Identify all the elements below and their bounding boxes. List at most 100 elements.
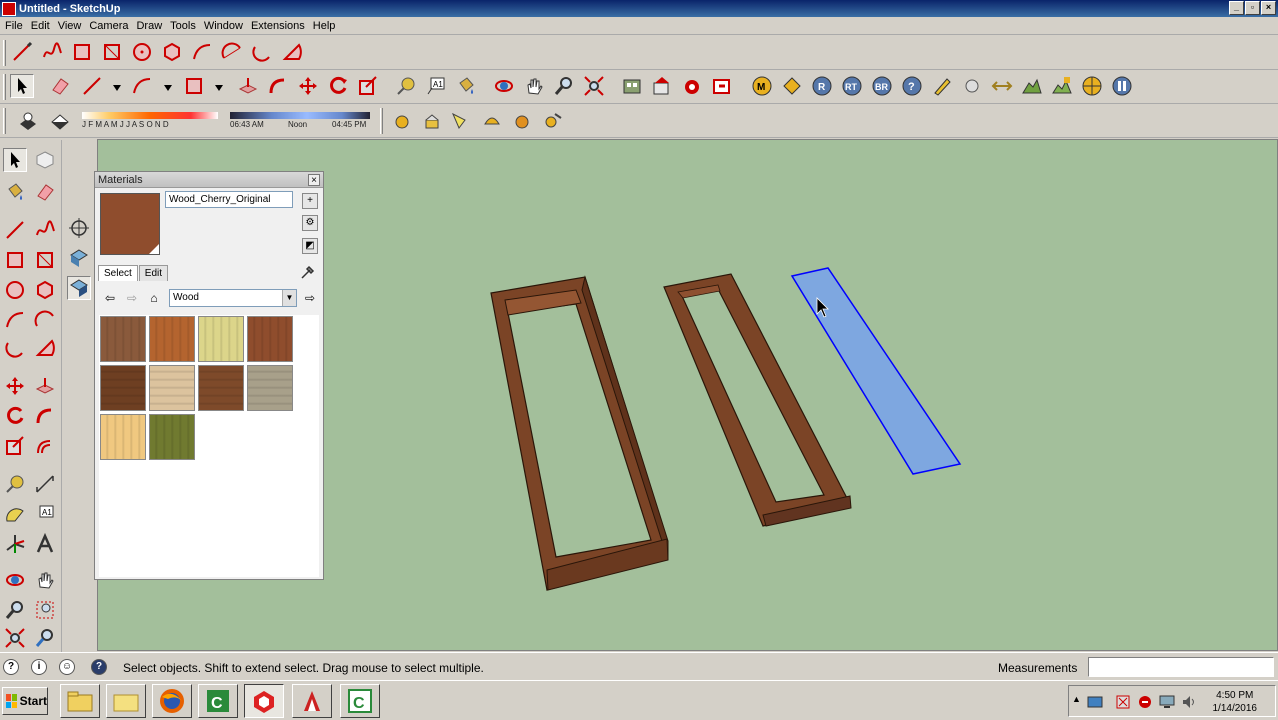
zoom-window-tool-icon[interactable]	[33, 598, 57, 622]
tape-measure-tool-icon[interactable]	[394, 74, 418, 98]
material-swatch[interactable]	[247, 365, 293, 411]
plugin-sphere-icon[interactable]	[960, 74, 984, 98]
section-plane-icon[interactable]	[67, 216, 91, 240]
line-tool-icon[interactable]	[10, 40, 34, 64]
user-sign-in-icon[interactable]: ☺	[59, 659, 75, 675]
menu-draw[interactable]: Draw	[132, 20, 166, 32]
rotated-rectangle-tool-icon[interactable]	[100, 40, 124, 64]
material-swatch[interactable]	[100, 414, 146, 460]
style-back-edges-icon[interactable]	[448, 109, 472, 133]
material-swatch[interactable]	[149, 365, 195, 411]
pie-tool-icon[interactable]	[33, 336, 57, 360]
three-point-arc-tool-icon[interactable]	[3, 336, 27, 360]
rotate-tool-icon[interactable]	[3, 404, 27, 428]
rotate-tool-icon[interactable]	[326, 74, 350, 98]
paint-bucket-tool-icon[interactable]	[454, 74, 478, 98]
style-shaded-icon[interactable]	[510, 109, 534, 133]
toolbar-grip[interactable]	[3, 108, 6, 134]
start-button[interactable]: Start	[2, 687, 48, 715]
make-component-icon[interactable]	[33, 148, 57, 172]
taskbar-folder-icon[interactable]	[106, 684, 146, 718]
chevron-down-icon[interactable]	[113, 85, 121, 91]
chevron-down-icon[interactable]: ▼	[282, 290, 296, 306]
orbit-tool-icon[interactable]	[3, 568, 27, 592]
previous-view-icon[interactable]	[33, 626, 57, 650]
close-icon[interactable]: ×	[308, 174, 320, 186]
scale-tool-icon[interactable]	[3, 434, 27, 458]
minimize-button[interactable]: _	[1229, 1, 1244, 15]
plugin-r-icon[interactable]: R	[810, 74, 834, 98]
axes-tool-icon[interactable]	[3, 532, 27, 556]
credits-icon[interactable]: i	[31, 659, 47, 675]
security-icon[interactable]	[1137, 694, 1153, 710]
zoom-extents-tool-icon[interactable]	[3, 626, 27, 650]
details-arrow-icon[interactable]: ⇨	[301, 290, 319, 308]
maximize-button[interactable]: ▫	[1245, 1, 1260, 15]
polygon-tool-icon[interactable]	[33, 278, 57, 302]
menu-help[interactable]: Help	[309, 20, 340, 32]
chevron-down-icon[interactable]	[164, 85, 172, 91]
polygon-tool-icon[interactable]	[160, 40, 184, 64]
zoom-extents-tool-icon[interactable]	[582, 74, 606, 98]
zoom-tool-icon[interactable]	[552, 74, 576, 98]
menu-file[interactable]: File	[1, 20, 27, 32]
measurements-input[interactable]	[1088, 657, 1274, 677]
push-pull-tool-icon[interactable]	[33, 374, 57, 398]
display-shadows-icon[interactable]	[48, 109, 72, 133]
menu-tools[interactable]: Tools	[166, 20, 200, 32]
protractor-tool-icon[interactable]	[3, 502, 27, 526]
tab-edit[interactable]: Edit	[138, 265, 169, 281]
circle-tool-icon[interactable]	[3, 278, 27, 302]
style-textured-icon[interactable]	[540, 109, 564, 133]
scale-tool-icon[interactable]	[356, 74, 380, 98]
style-wireframe-icon[interactable]	[480, 109, 504, 133]
forward-arrow-icon[interactable]: ⇨	[123, 290, 141, 308]
clock[interactable]: 4:50 PM 1/14/2016	[1213, 689, 1258, 715]
arc-tool-icon[interactable]	[190, 40, 214, 64]
display-section-cuts-icon[interactable]	[67, 276, 91, 300]
sample-paint-icon[interactable]	[300, 264, 316, 280]
rotated-rectangle-tool-icon[interactable]	[33, 248, 57, 272]
create-material-icon[interactable]: +	[302, 193, 318, 209]
plugin-rt-icon[interactable]: RT	[840, 74, 864, 98]
tray-expand-icon[interactable]: ▲	[1072, 694, 1081, 704]
taskbar-camtasia-recorder-icon[interactable]: C	[340, 684, 380, 718]
push-pull-tool-icon[interactable]	[236, 74, 260, 98]
freehand-tool-icon[interactable]	[40, 40, 64, 64]
menu-extensions[interactable]: Extensions	[247, 20, 309, 32]
plugin-tag-icon[interactable]	[780, 74, 804, 98]
library-select[interactable]: Wood ▼	[169, 289, 297, 307]
orbit-tool-icon[interactable]	[492, 74, 516, 98]
pan-tool-icon[interactable]	[33, 568, 57, 592]
menu-window[interactable]: Window	[200, 20, 247, 32]
plugin-terrain-icon[interactable]	[1050, 74, 1074, 98]
volume-icon[interactable]	[1181, 694, 1197, 710]
rectangle-tool-icon[interactable]	[3, 248, 27, 272]
zoom-tool-icon[interactable]	[3, 598, 27, 622]
taskbar-sketchup-icon[interactable]	[244, 684, 284, 718]
rectangle-tool-icon[interactable]	[70, 40, 94, 64]
action-center-icon[interactable]	[1115, 694, 1131, 710]
freehand-tool-icon[interactable]	[33, 218, 57, 242]
geo-location-icon[interactable]: ?	[3, 659, 19, 675]
material-name-input[interactable]: Wood_Cherry_Original	[165, 191, 293, 208]
toolbar-grip[interactable]	[3, 74, 6, 100]
eraser-tool-icon[interactable]	[48, 74, 72, 98]
share-component-icon[interactable]	[680, 74, 704, 98]
style-xray-icon[interactable]	[420, 109, 444, 133]
display-section-planes-icon[interactable]	[67, 246, 91, 270]
line-tool-icon[interactable]	[3, 218, 27, 242]
taskbar-camtasia-icon[interactable]: C	[198, 684, 238, 718]
dimension-tool-icon[interactable]	[33, 472, 57, 496]
pie-tool-icon[interactable]	[280, 40, 304, 64]
material-swatch[interactable]	[149, 414, 195, 460]
tape-measure-tool-icon[interactable]	[3, 472, 27, 496]
text-tool-icon[interactable]: A1	[424, 74, 448, 98]
menu-view[interactable]: View	[54, 20, 86, 32]
eraser-tool-icon[interactable]	[33, 180, 57, 204]
material-swatch[interactable]	[100, 365, 146, 411]
monitor-icon[interactable]	[1159, 694, 1175, 710]
network-icon[interactable]	[1087, 694, 1103, 710]
two-point-arc-tool-icon[interactable]	[220, 40, 244, 64]
paint-bucket-tool-icon[interactable]	[3, 180, 27, 204]
